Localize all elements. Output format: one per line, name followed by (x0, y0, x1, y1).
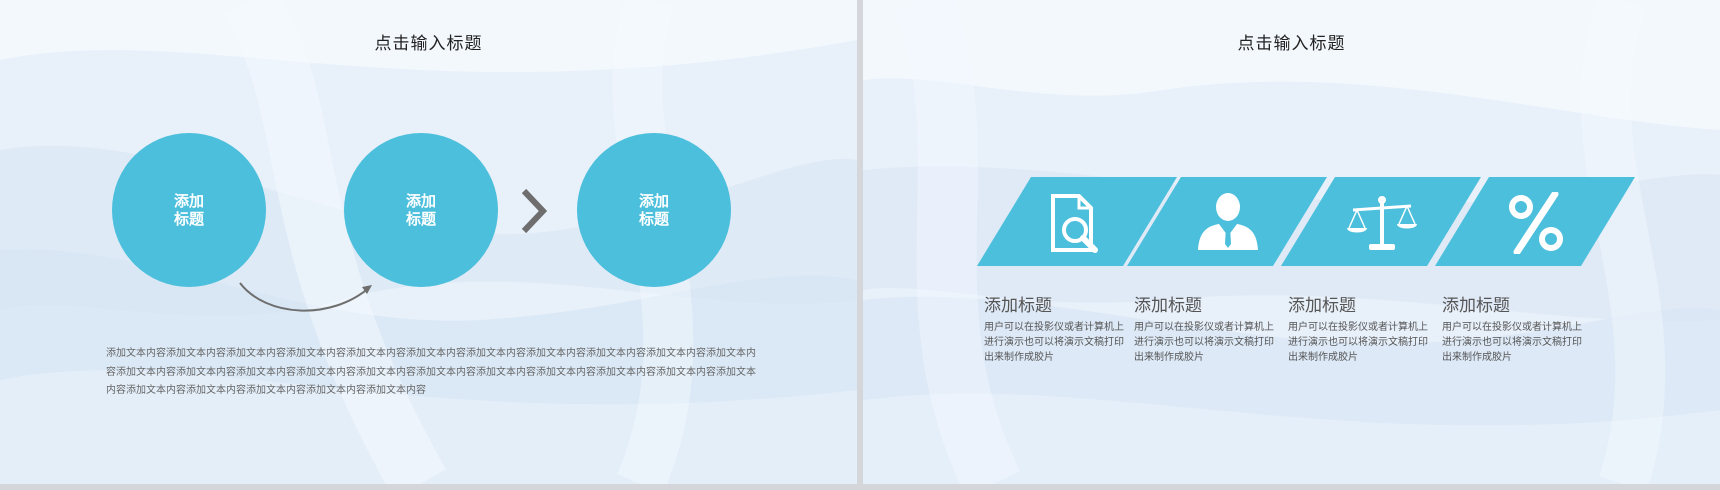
feature-description[interactable]: 用户可以在投影仪或者计算机上进行演示也可以将演示文稿打印出来制作成胶片 (1134, 320, 1274, 365)
feature-title[interactable]: 添加标题 (1442, 294, 1582, 318)
slide-sorter: 点击输入标题 添加 标题 添加 标题 添加 标题 添加文本内容添加文本内容添加文… (0, 0, 1720, 490)
slide-2[interactable]: 点击输入标题 添加标题 用户可以在投影仪或者计算机上进行演示也可以将演示文稿打印… (863, 0, 1720, 484)
slide-title[interactable]: 点击输入标题 (0, 29, 857, 54)
feature-title[interactable]: 添加标题 (1288, 294, 1428, 318)
body-text[interactable]: 添加文本内容添加文本内容添加文本内容添加文本内容添加文本内容添加文本内容添加文本… (106, 345, 756, 401)
step-circle-3[interactable]: 添加 标题 (577, 133, 731, 287)
step-circle-2[interactable]: 添加 标题 (344, 133, 498, 287)
feature-description[interactable]: 用户可以在投影仪或者计算机上进行演示也可以将演示文稿打印出来制作成胶片 (1288, 320, 1428, 365)
feature-description[interactable]: 用户可以在投影仪或者计算机上进行演示也可以将演示文稿打印出来制作成胶片 (984, 320, 1124, 365)
search-document-icon (1051, 194, 1098, 253)
feature-text-2: 添加标题 用户可以在投影仪或者计算机上进行演示也可以将演示文稿打印出来制作成胶片 (1134, 294, 1274, 365)
slide-title[interactable]: 点击输入标题 (863, 29, 1720, 54)
step-label: 添加 标题 (405, 192, 436, 228)
balance-scale-icon (1347, 196, 1417, 250)
feature-title[interactable]: 添加标题 (1134, 294, 1274, 318)
slide-1[interactable]: 点击输入标题 添加 标题 添加 标题 添加 标题 添加文本内容添加文本内容添加文… (0, 0, 857, 484)
feature-title[interactable]: 添加标题 (984, 294, 1124, 318)
feature-text-1: 添加标题 用户可以在投影仪或者计算机上进行演示也可以将演示文稿打印出来制作成胶片 (984, 294, 1124, 365)
feature-card-4[interactable] (1435, 177, 1635, 266)
chevron-right-icon (521, 188, 547, 234)
step-label: 添加 标题 (173, 192, 204, 228)
feature-text-4: 添加标题 用户可以在投影仪或者计算机上进行演示也可以将演示文稿打印出来制作成胶片 (1442, 294, 1582, 365)
step-label: 添加 标题 (638, 192, 669, 228)
step-circle-1[interactable]: 添加 标题 (112, 133, 266, 287)
percent-icon (1509, 192, 1563, 254)
feature-description[interactable]: 用户可以在投影仪或者计算机上进行演示也可以将演示文稿打印出来制作成胶片 (1442, 320, 1582, 365)
feature-text-3: 添加标题 用户可以在投影仪或者计算机上进行演示也可以将演示文稿打印出来制作成胶片 (1288, 294, 1428, 365)
businessman-icon (1198, 193, 1258, 250)
curved-arrow-icon (239, 282, 372, 312)
